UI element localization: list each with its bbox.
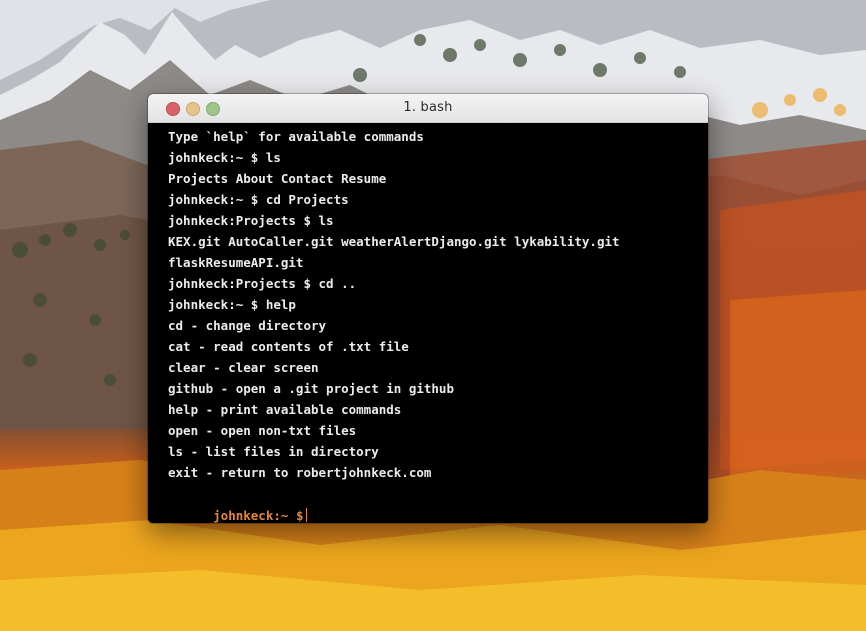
terminal-output-line: cat - read contents of .txt file — [168, 339, 409, 354]
terminal-window: 1. bash Type `help` for available comman… — [148, 94, 708, 523]
terminal-output-line: exit - return to robertjohnkeck.com — [168, 465, 432, 480]
terminal-output-line: johnkeck:Projects $ ls — [168, 213, 334, 228]
terminal-input-line[interactable]: johnkeck:~ $ — [168, 484, 708, 523]
terminal-output-line: johnkeck:~ $ cd Projects — [168, 192, 349, 207]
terminal-output-line: Projects About Contact Resume — [168, 171, 387, 186]
shell-prompt: johnkeck:~ $ — [213, 508, 304, 523]
text-cursor — [306, 508, 308, 522]
terminal-output-line: johnkeck:~ $ help — [168, 297, 296, 312]
terminal-output-line: cd - change directory — [168, 318, 327, 333]
window-titlebar[interactable]: 1. bash — [148, 94, 708, 123]
terminal-output-line: open - open non-txt files — [168, 423, 357, 438]
terminal-output-line: johnkeck:~ $ ls — [168, 150, 281, 165]
terminal-output-line: johnkeck:Projects $ cd .. — [168, 276, 357, 291]
terminal-output-line: help - print available commands — [168, 402, 402, 417]
terminal-output-line: ls - list files in directory — [168, 444, 379, 459]
window-title: 1. bash — [403, 100, 453, 115]
terminal-output-line: Type `help` for available commands — [168, 129, 424, 144]
terminal-output-line: KEX.git AutoCaller.git weatherAlertDjang… — [168, 234, 620, 249]
terminal-output-line: flaskResumeAPI.git — [168, 255, 304, 270]
terminal-screen[interactable]: Type `help` for available commands johnk… — [148, 123, 708, 523]
terminal-output-line: clear - clear screen — [168, 360, 319, 375]
terminal-output-line: github - open a .git project in github — [168, 381, 454, 396]
